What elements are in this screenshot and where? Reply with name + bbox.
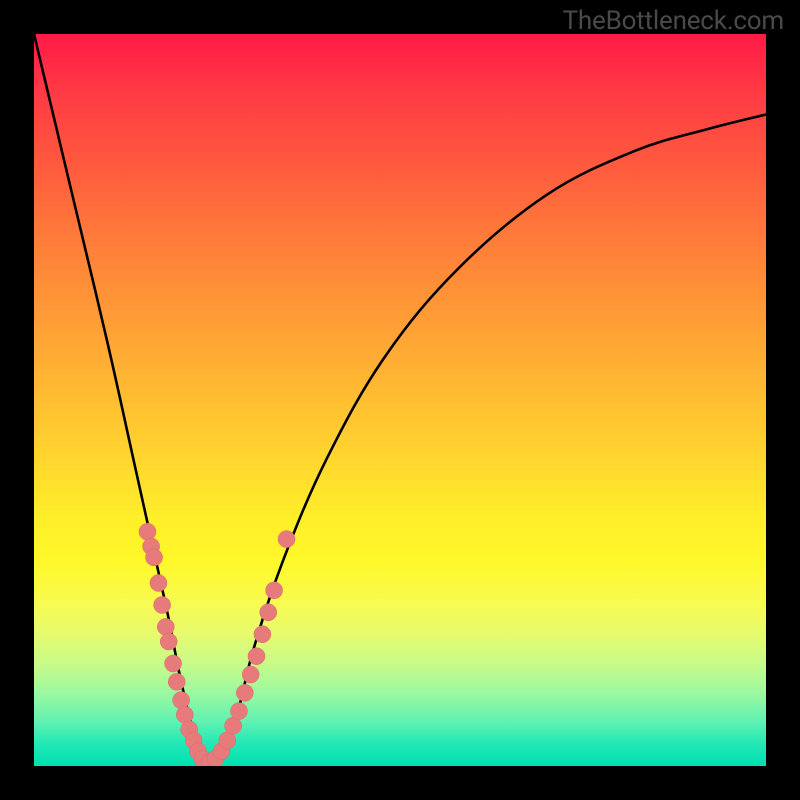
watermark-text: TheBottleneck.com	[563, 6, 784, 36]
plot-area	[34, 34, 766, 766]
chart-frame: TheBottleneck.com	[0, 0, 800, 800]
background-gradient	[34, 34, 766, 766]
